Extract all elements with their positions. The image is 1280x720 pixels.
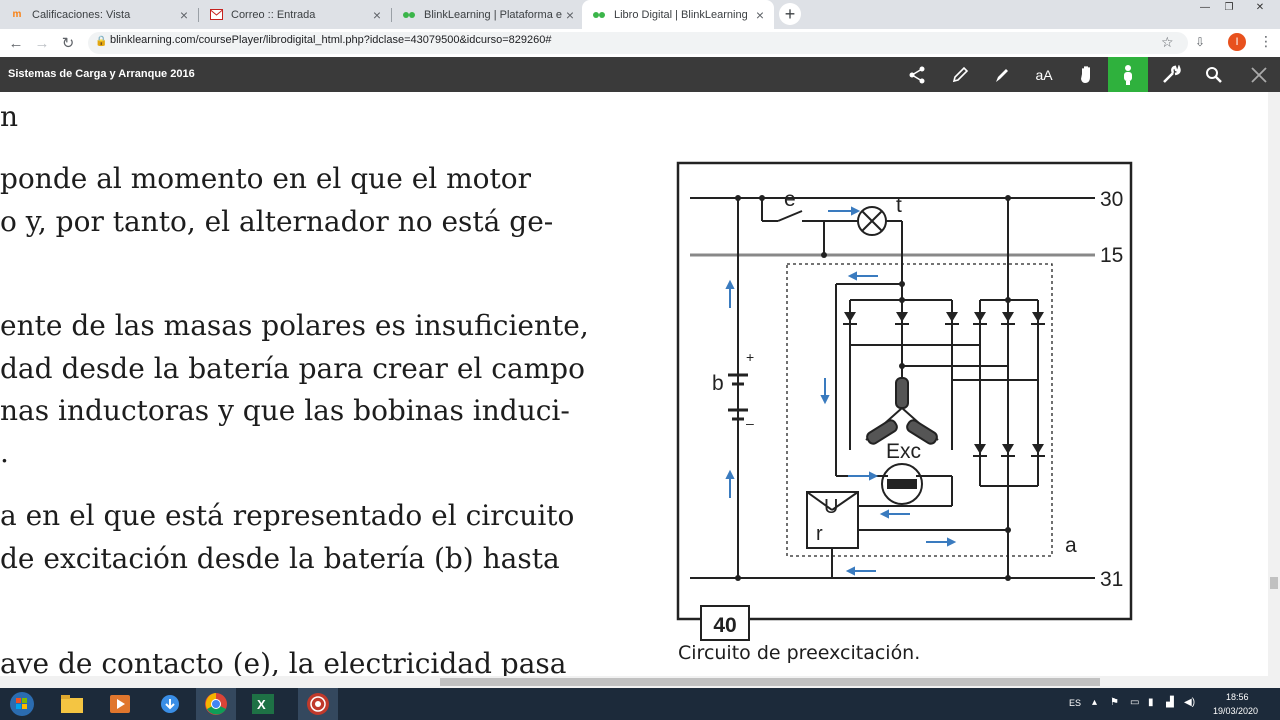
url-text[interactable]: blinklearning.com/coursePlayer/librodigi…: [110, 34, 552, 46]
paragraph-2-line-3: nas inductoras y que las bobinas induci-: [0, 394, 570, 427]
hand-icon[interactable]: [1066, 57, 1108, 92]
start-button[interactable]: [2, 688, 42, 720]
close-icon[interactable]: ×: [369, 7, 385, 23]
circuit-diagram: 40 30 15 31 e t b + – Exc U r a: [676, 161, 1133, 641]
recorder-icon[interactable]: [298, 688, 338, 720]
display-icon[interactable]: ▭: [1130, 697, 1139, 708]
close-icon[interactable]: ×: [176, 7, 192, 23]
label-r: r: [816, 523, 823, 545]
label-31: 31: [1100, 568, 1123, 591]
close-icon[interactable]: ×: [562, 7, 578, 23]
paragraph-1-line-2: o y, por tanto, el alternador no está ge…: [0, 205, 554, 238]
paragraph-2-line-4: .: [0, 436, 9, 469]
flag-icon[interactable]: ⚑: [1110, 697, 1119, 708]
label-t: t: [896, 194, 902, 217]
lock-icon[interactable]: 🔒: [95, 36, 107, 47]
forward-button[interactable]: →: [32, 33, 52, 53]
clock-date[interactable]: 19/03/2020: [1213, 706, 1258, 716]
new-tab-button[interactable]: +: [779, 3, 801, 25]
battery-icon[interactable]: ▮: [1148, 697, 1154, 708]
media-player-icon[interactable]: [100, 688, 140, 720]
label-plus: +: [746, 349, 754, 365]
figure-caption: Circuito de preexcitación.: [678, 642, 921, 664]
label-a: a: [1065, 534, 1077, 557]
blink-icon: [592, 9, 606, 21]
label-u: U: [824, 496, 838, 518]
svg-text:X: X: [257, 697, 266, 712]
paragraph-1-line-1: ponde al momento en el que el motor: [0, 162, 532, 195]
share-icon[interactable]: [896, 57, 938, 92]
vertical-scrollbar[interactable]: [1268, 92, 1280, 676]
book-title: Sistemas de Carga y Arranque 2016: [8, 68, 195, 80]
tab-title: Correo :: Entrada: [231, 8, 316, 21]
profile-avatar[interactable]: I: [1228, 33, 1246, 51]
moodle-icon: m: [12, 9, 22, 20]
horizontal-scroll-thumb[interactable]: [440, 678, 1100, 686]
pencil-icon[interactable]: [939, 57, 981, 92]
highlighter-icon[interactable]: [981, 57, 1023, 92]
text-size-icon[interactable]: aA: [1023, 57, 1065, 92]
back-button[interactable]: ←: [6, 33, 26, 53]
cloud-icon[interactable]: [150, 688, 190, 720]
horizontal-scrollbar[interactable]: [0, 676, 1280, 688]
paragraph-3-line-2: de excitación desde la batería (b) hasta: [0, 542, 560, 575]
extension-icon[interactable]: ⇩: [1195, 35, 1205, 49]
label-e: e: [784, 188, 796, 211]
paragraph-4-line-1: ave de contacto (e), la electricidad pas…: [0, 647, 567, 676]
tab-correo[interactable]: Correo :: Entrada ×: [199, 0, 391, 29]
reload-button[interactable]: ↻: [58, 33, 78, 53]
label-b: b: [712, 372, 724, 395]
chrome-icon[interactable]: [196, 688, 236, 720]
blink-icon: [402, 9, 416, 21]
tab-title: BlinkLearning | Plataforma educa: [424, 8, 562, 21]
window-close-button[interactable]: ✕: [1243, 0, 1277, 14]
windows-taskbar: [0, 688, 1280, 720]
restore-button[interactable]: ❐: [1218, 0, 1240, 14]
tab-strip: m Calificaciones: Vista × Correo :: Entr…: [0, 0, 1280, 29]
figure-number: 40: [713, 614, 736, 637]
label-30: 30: [1100, 188, 1123, 211]
label-exc: Exc: [886, 440, 921, 463]
label-minus: –: [746, 415, 754, 431]
star-icon[interactable]: ☆: [1161, 34, 1174, 51]
paragraph-2-line-1: ente de las masas polares es insuficient…: [0, 309, 589, 342]
tab-title: Libro Digital | BlinkLearning: [614, 8, 748, 21]
mail-icon: [209, 9, 223, 21]
tab-calificaciones[interactable]: m Calificaciones: Vista ×: [0, 0, 198, 29]
volume-icon[interactable]: ◀): [1184, 697, 1195, 708]
language-indicator[interactable]: ES: [1069, 698, 1081, 708]
minimize-button[interactable]: —: [1194, 0, 1216, 14]
paragraph-3-line-1: a en el que está representado el circuit…: [0, 499, 575, 532]
excel-icon[interactable]: X: [243, 688, 283, 720]
vertical-scroll-thumb[interactable]: [1270, 577, 1278, 589]
search-icon[interactable]: [1193, 57, 1235, 92]
heading-fragment: n: [0, 100, 19, 133]
close-icon[interactable]: ×: [752, 7, 768, 23]
file-explorer-icon[interactable]: [52, 688, 92, 720]
label-15: 15: [1100, 244, 1123, 267]
book-page: n ponde al momento en el que el motor o …: [0, 92, 1268, 676]
tab-blinklearning-plataforma[interactable]: BlinkLearning | Plataforma educa ×: [392, 0, 584, 29]
pointer-icon[interactable]: [1108, 57, 1148, 92]
paragraph-2-line-2: dad desde la batería para crear el campo: [0, 352, 585, 385]
tray-expand-icon[interactable]: ▴: [1092, 697, 1097, 708]
tab-libro-digital[interactable]: Libro Digital | BlinkLearning ×: [582, 0, 774, 29]
wrench-icon[interactable]: [1150, 57, 1192, 92]
address-toolbar: ← → ↻ 🔒 blinklearning.com/coursePlayer/l…: [0, 29, 1280, 58]
network-icon[interactable]: ▟: [1166, 697, 1174, 708]
tab-title: Calificaciones: Vista: [32, 8, 131, 21]
close-icon[interactable]: [1238, 57, 1280, 92]
menu-icon[interactable]: ⋮: [1259, 33, 1273, 50]
clock-time[interactable]: 18:56: [1226, 692, 1249, 702]
